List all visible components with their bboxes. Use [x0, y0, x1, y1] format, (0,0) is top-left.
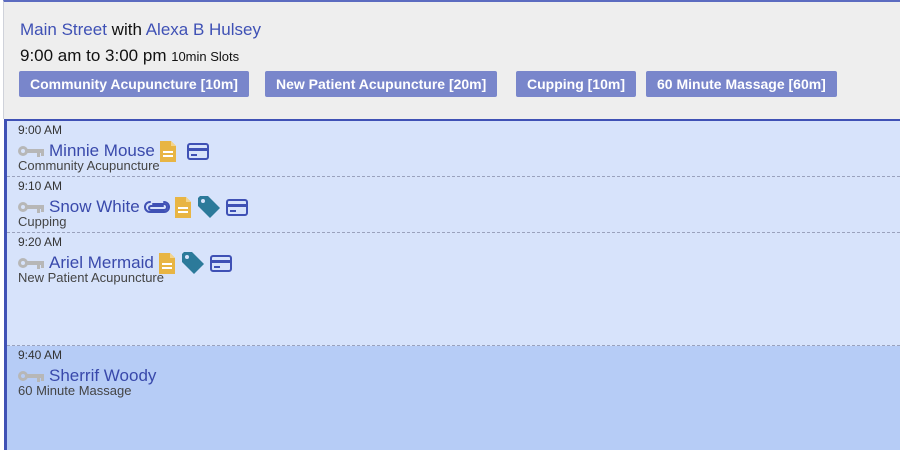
time-range: 9:00 am to 3:00 pm: [20, 46, 167, 65]
schedule-header: Main Street with Alexa B Hulsey 9:00 am …: [3, 0, 900, 119]
with-label: with: [111, 20, 142, 39]
appointment-block[interactable]: 9:20 AM Ariel Mermaid New Patient Acupun…: [7, 233, 900, 346]
credit-card-icon[interactable]: [186, 142, 209, 160]
service-button-60-minute-massage[interactable]: 60 Minute Massage [60m]: [646, 71, 837, 97]
document-icon[interactable]: [159, 140, 177, 163]
service-button-cupping[interactable]: Cupping [10m]: [516, 71, 636, 97]
provider-link[interactable]: Alexa B Hulsey: [146, 20, 261, 39]
service-name: New Patient Acupuncture: [18, 270, 164, 285]
appointment-block[interactable]: 9:40 AM Sherrif Woody 60 Minute Massage: [7, 346, 900, 450]
tag-icon[interactable]: [180, 251, 206, 275]
key-icon[interactable]: [17, 256, 45, 270]
credit-card-icon[interactable]: [209, 254, 232, 272]
service-name: Cupping: [18, 214, 67, 229]
paperclip-icon[interactable]: [143, 200, 170, 214]
header-title: Main Street with Alexa B Hulsey: [20, 20, 261, 40]
slot-time: 9:40 AM: [18, 348, 63, 362]
slot-info: 10min Slots: [171, 49, 240, 64]
document-icon[interactable]: [174, 196, 192, 219]
service-name: Community Acupuncture: [18, 158, 160, 173]
schedule-calendar: 9:00 AM Minnie Mouse Community Acupunctu…: [4, 119, 900, 450]
slot-time: 9:10 AM: [18, 179, 63, 193]
service-button-community-acupuncture[interactable]: Community Acupuncture [10m]: [19, 71, 249, 97]
key-icon[interactable]: [17, 144, 45, 158]
service-button-new-patient-acupuncture[interactable]: New Patient Acupuncture [20m]: [265, 71, 498, 97]
key-icon[interactable]: [17, 200, 45, 214]
appointment-block[interactable]: 9:10 AM Snow White Cupping: [7, 177, 900, 233]
header-hours: 9:00 am to 3:00 pm 10min Slots: [20, 46, 239, 66]
location-link[interactable]: Main Street: [20, 20, 107, 39]
tag-icon[interactable]: [196, 195, 222, 219]
credit-card-icon[interactable]: [225, 198, 248, 216]
slot-time: 9:00 AM: [18, 123, 63, 137]
service-name: 60 Minute Massage: [18, 383, 132, 398]
appointment-block[interactable]: 9:00 AM Minnie Mouse Community Acupunctu…: [7, 121, 900, 177]
slot-time: 9:20 AM: [18, 235, 63, 249]
key-icon[interactable]: [17, 369, 45, 383]
